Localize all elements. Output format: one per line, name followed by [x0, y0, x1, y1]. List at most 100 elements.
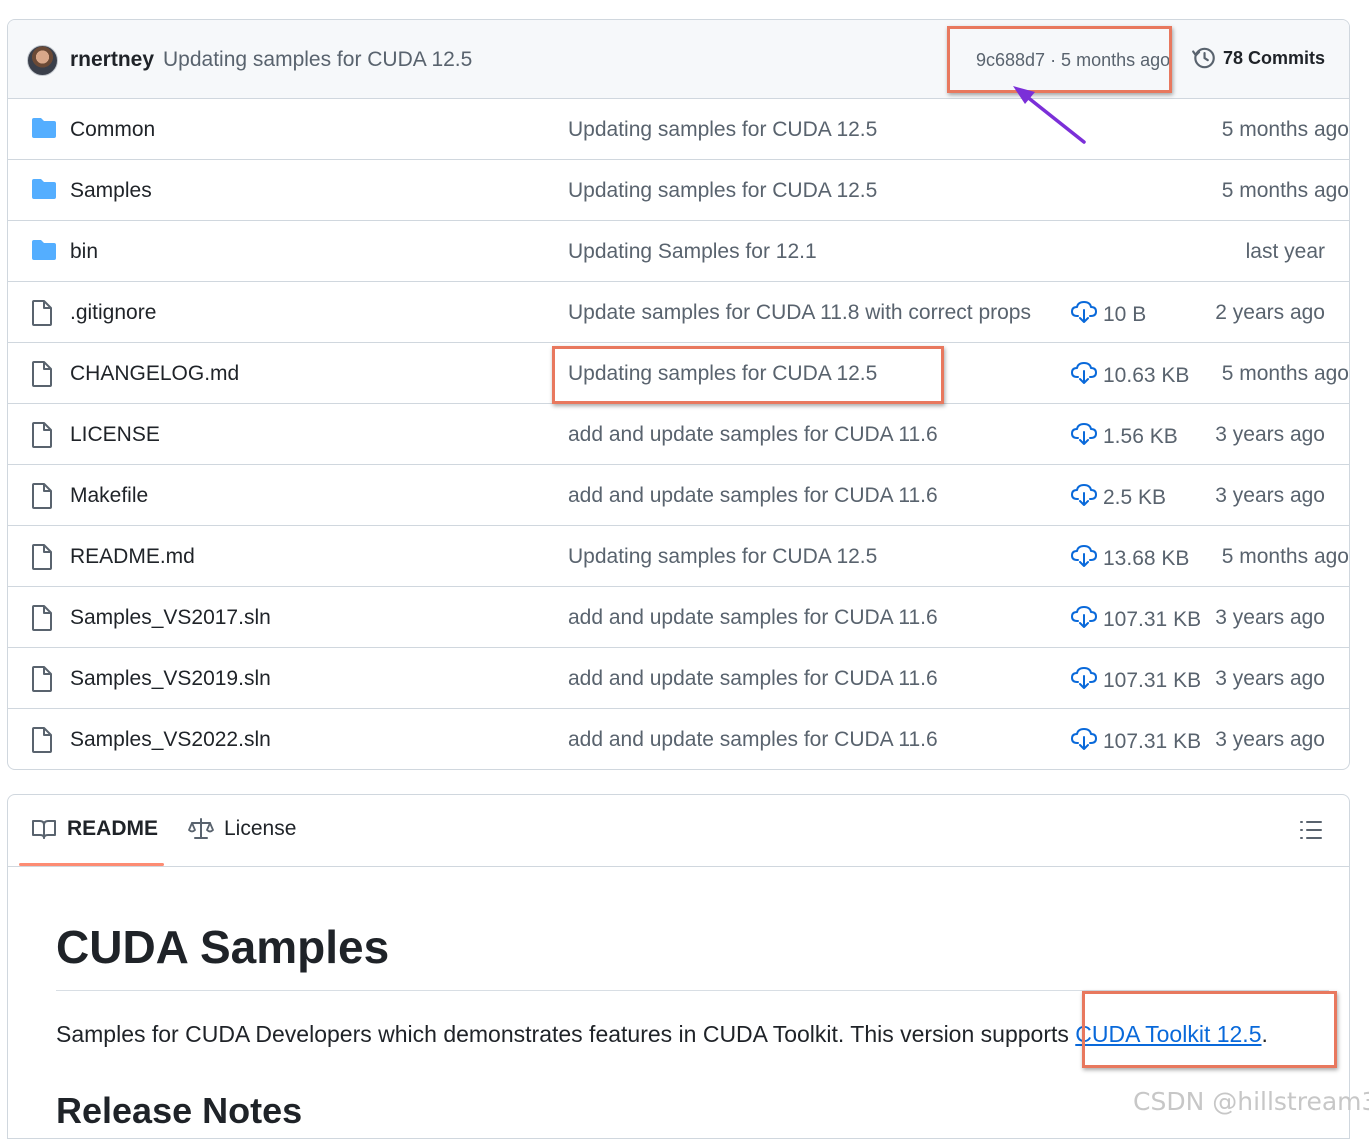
file-browser: rnertney Updating samples for CUDA 12.5 … [7, 19, 1350, 770]
file-date: 3 years ago [1215, 667, 1325, 690]
file-commit-message[interactable]: Updating samples for CUDA 12.5 [568, 118, 877, 142]
file-icon [31, 483, 57, 509]
file-row[interactable]: LICENSE add and update samples for CUDA 1… [8, 404, 1349, 465]
file-row[interactable]: CHANGELOG.md Updating samples for CUDA 12… [8, 343, 1349, 404]
file-size-label: 10 B [1103, 303, 1147, 326]
file-icon [31, 361, 57, 387]
cloud-download-icon[interactable] [1071, 301, 1097, 329]
file-size[interactable]: 107.31 KB [1071, 606, 1201, 634]
file-row[interactable]: .gitignore Update samples for CUDA 11.8 w… [8, 282, 1349, 343]
commits-count: 78 Commits [1223, 47, 1326, 68]
file-commit-message[interactable]: add and update samples for CUDA 11.6 [568, 606, 938, 630]
file-icon [31, 727, 57, 753]
list-icon [1300, 821, 1322, 839]
file-list: Common Updating samples for CUDA 12.5 5 mo… [8, 99, 1349, 769]
file-icon [31, 544, 57, 570]
title-divider [56, 990, 1329, 991]
cloud-download-icon[interactable] [1071, 667, 1097, 695]
file-row[interactable]: Makefile add and update samples for CUDA … [8, 465, 1349, 526]
file-icon [31, 666, 57, 692]
tab-license[interactable]: License [188, 817, 296, 841]
file-commit-message[interactable]: Updating samples for CUDA 12.5 [568, 362, 877, 386]
file-name-link[interactable]: Samples_VS2019.sln [70, 667, 271, 691]
readme-tabbar: README License [8, 795, 1349, 867]
file-size[interactable]: 2.5 KB [1071, 484, 1166, 512]
readme-paragraph: Samples for CUDA Developers which demons… [56, 1021, 1268, 1048]
file-row[interactable]: Common Updating samples for CUDA 12.5 5 mo… [8, 99, 1349, 160]
cloud-download-icon[interactable] [1071, 362, 1097, 390]
folder-icon [31, 239, 57, 263]
file-commit-message[interactable]: add and update samples for CUDA 11.6 [568, 728, 938, 752]
file-row[interactable]: Samples_VS2017.sln add and update samples… [8, 587, 1349, 648]
file-name-link[interactable]: bin [70, 240, 98, 264]
file-name-link[interactable]: Common [70, 118, 155, 142]
outline-button[interactable] [1299, 819, 1323, 846]
file-date: 3 years ago [1215, 606, 1325, 629]
cloud-download-icon[interactable] [1071, 728, 1097, 756]
readme-paragraph-text: Samples for CUDA Developers which demons… [56, 1021, 1076, 1047]
file-size[interactable]: 107.31 KB [1071, 667, 1201, 695]
file-name-link[interactable]: .gitignore [70, 301, 156, 325]
file-date: 5 months ago [1221, 362, 1349, 385]
file-date: 3 years ago [1215, 484, 1325, 507]
file-size-label: 2.5 KB [1103, 486, 1167, 509]
file-size-label: 107.31 KB [1103, 608, 1202, 631]
file-date: last year [1245, 240, 1325, 263]
file-commit-message[interactable]: Updating samples for CUDA 12.5 [568, 179, 877, 203]
file-row[interactable]: Samples_VS2019.sln add and update samples… [8, 648, 1349, 709]
commits-link[interactable]: 78 Commits [1191, 45, 1325, 71]
file-date: 3 years ago [1215, 728, 1325, 751]
commit-message[interactable]: Updating samples for CUDA 12.5 [163, 48, 472, 72]
readme-title: CUDA Samples [56, 921, 390, 973]
tab-readme-label: README [67, 817, 159, 840]
file-row[interactable]: Samples Updating samples for CUDA 12.5 5 m… [8, 160, 1349, 221]
file-commit-message[interactable]: add and update samples for CUDA 11.6 [568, 667, 938, 691]
folder-icon [31, 117, 57, 141]
watermark: CSDN @hillstream3 [1133, 1087, 1369, 1116]
annotation-arrow [1013, 86, 1086, 144]
file-name-link[interactable]: Samples [70, 179, 152, 203]
commit-hash-age[interactable]: 9c688d7 · 5 months ago [976, 50, 1170, 71]
history-icon [1192, 47, 1215, 69]
cloud-download-icon[interactable] [1071, 606, 1097, 634]
file-size[interactable]: 13.68 KB [1071, 545, 1189, 573]
file-date: 5 months ago [1221, 179, 1349, 202]
file-icon [31, 422, 57, 448]
file-size[interactable]: 1.56 KB [1071, 423, 1178, 451]
file-name-link[interactable]: Makefile [70, 484, 148, 508]
release-notes-heading: Release Notes [56, 1090, 303, 1131]
file-name-link[interactable]: LICENSE [70, 423, 160, 447]
file-name-link[interactable]: Samples_VS2017.sln [70, 606, 271, 630]
file-size[interactable]: 10.63 KB [1071, 362, 1189, 390]
avatar[interactable] [27, 45, 58, 76]
file-commit-message[interactable]: add and update samples for CUDA 11.6 [568, 423, 938, 447]
tab-readme[interactable]: README [31, 817, 158, 841]
file-date: 2 years ago [1215, 301, 1325, 324]
cloud-download-icon[interactable] [1071, 484, 1097, 512]
cloud-download-icon[interactable] [1071, 423, 1097, 451]
file-row[interactable]: README.md Updating samples for CUDA 12.5 1… [8, 526, 1349, 587]
commit-author[interactable]: rnertney [70, 48, 154, 72]
file-size[interactable]: 10 B [1071, 301, 1146, 329]
file-size-label: 13.68 KB [1103, 547, 1190, 570]
file-name-link[interactable]: CHANGELOG.md [70, 362, 239, 386]
file-commit-message[interactable]: Updating Samples for 12.1 [568, 240, 817, 264]
cuda-toolkit-link[interactable]: CUDA Toolkit 12.5 [1075, 1021, 1261, 1047]
tab-license-label: License [224, 817, 297, 840]
readme-paragraph-end: . [1261, 1021, 1268, 1047]
cloud-download-icon[interactable] [1071, 545, 1097, 573]
file-icon [31, 605, 57, 631]
file-name-link[interactable]: README.md [70, 545, 195, 569]
file-row[interactable]: Samples_VS2022.sln add and update samples… [8, 709, 1349, 769]
file-commit-message[interactable]: add and update samples for CUDA 11.6 [568, 484, 938, 508]
active-tab-indicator [19, 863, 164, 866]
file-commit-message[interactable]: Update samples for CUDA 11.8 with correc… [568, 301, 1031, 325]
file-name-link[interactable]: Samples_VS2022.sln [70, 728, 271, 752]
file-row[interactable]: bin Updating Samples for 12.1 last year [8, 221, 1349, 282]
file-size-label: 1.56 KB [1103, 425, 1178, 448]
file-date: 5 months ago [1221, 545, 1349, 568]
file-commit-message[interactable]: Updating samples for CUDA 12.5 [568, 545, 877, 569]
book-icon [32, 820, 56, 839]
file-size[interactable]: 107.31 KB [1071, 728, 1201, 756]
file-size-label: 107.31 KB [1103, 669, 1202, 692]
